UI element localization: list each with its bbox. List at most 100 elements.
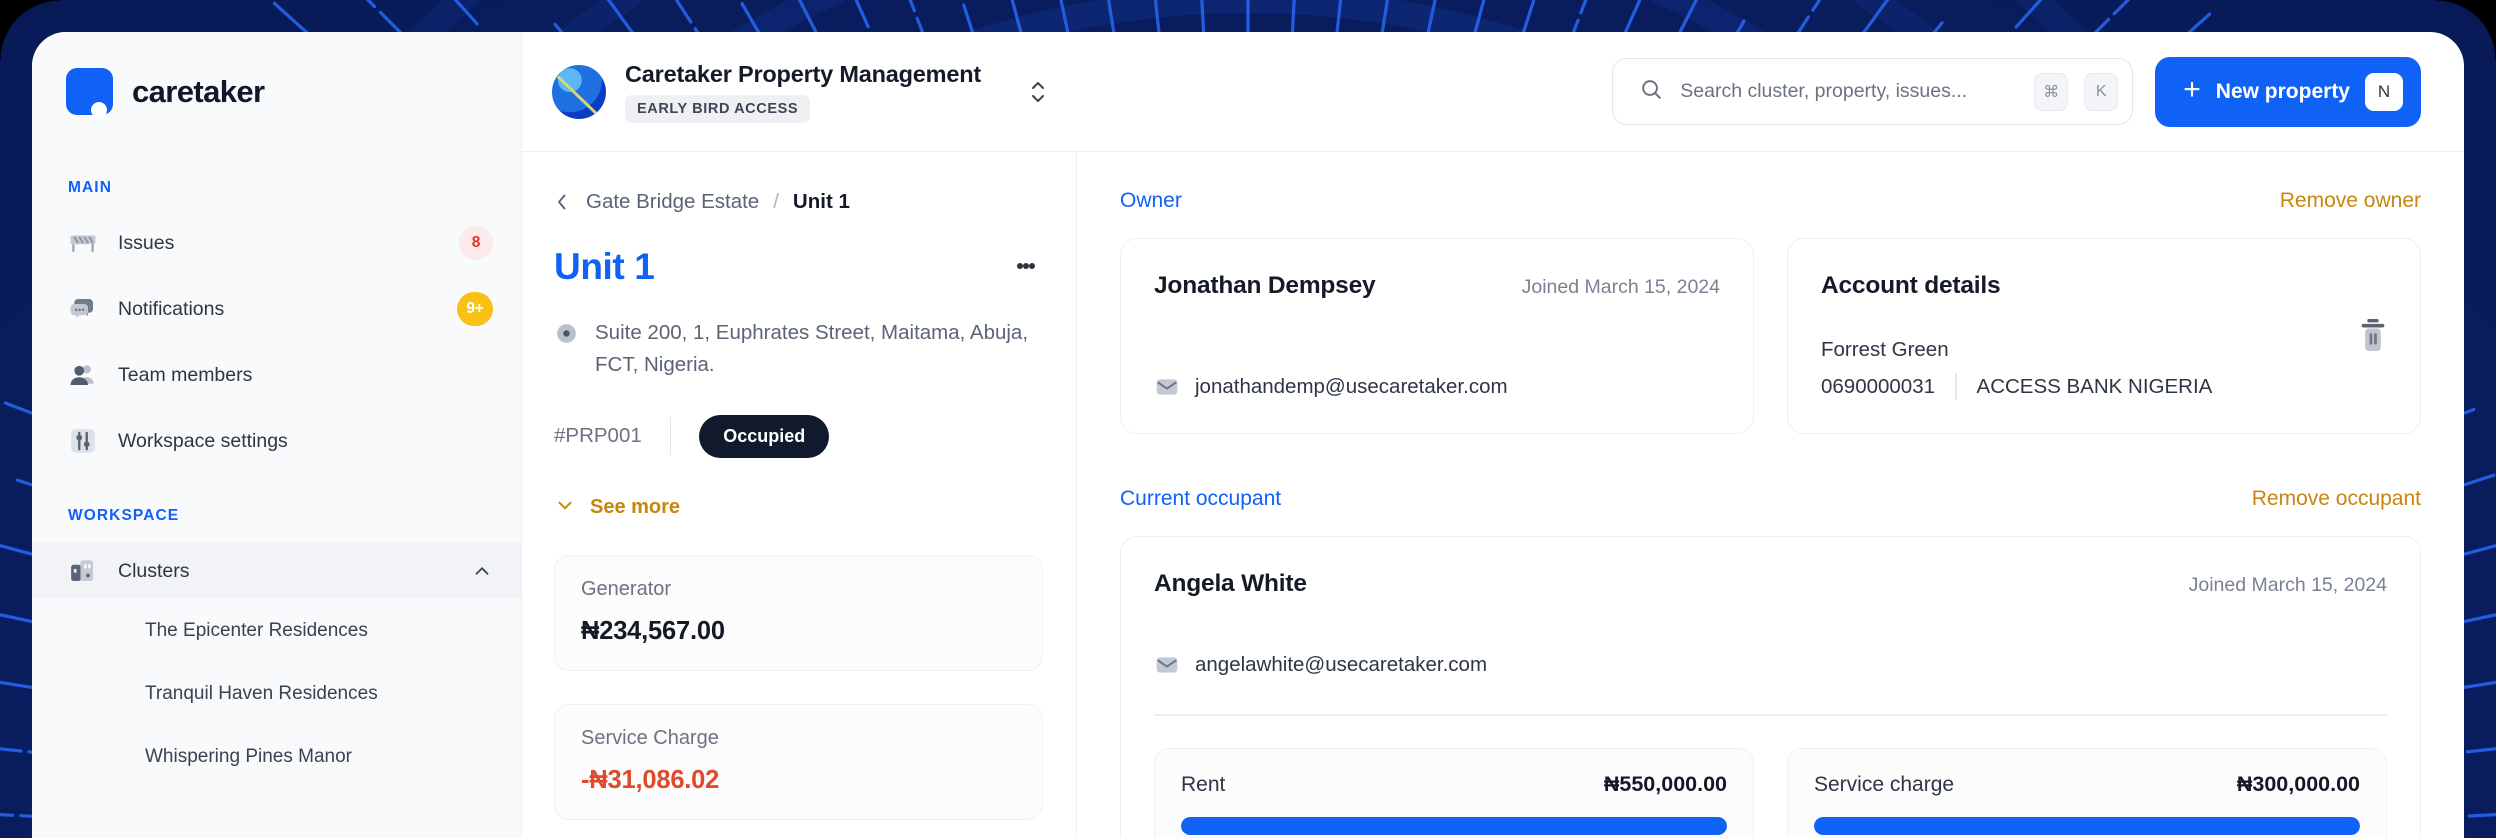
account-divider [1955, 373, 1957, 400]
account-line: 0690000031 ACCESS BANK NIGERIA [1821, 373, 2387, 400]
roadblock-icon [68, 228, 98, 258]
chat-bubble-icon [68, 294, 98, 324]
see-more-toggle[interactable]: See more [554, 494, 1043, 522]
content-area: Caretaker Property Management EARLY BIRD… [522, 32, 2464, 838]
account-number: 0690000031 [1821, 374, 1936, 398]
charge-card-rent: Rent ₦550,000.00 [1154, 747, 1754, 838]
sidebar-item-notifications[interactable]: Notifications 9+ [32, 281, 521, 337]
occupant-card-header: Angela White Joined March 15, 2024 [1154, 570, 2387, 598]
property-address: Suite 200, 1, Euphrates Street, Maitama,… [595, 321, 1029, 376]
location-pin-icon [554, 321, 579, 346]
panes: Gate Bridge Estate / Unit 1 Unit 1 Suite… [522, 152, 2464, 838]
new-property-button[interactable]: + New property N [2155, 56, 2421, 127]
mail-icon [1154, 374, 1180, 400]
sidebar-group-main: MAIN [68, 179, 113, 196]
see-more-label: See more [590, 496, 681, 519]
issues-badge: 8 [459, 226, 493, 260]
cluster-label: Tranquil Haven Residences [145, 682, 378, 704]
account-details-title: Account details [1821, 272, 2001, 299]
charge-header: Rent ₦550,000.00 [1181, 772, 1727, 797]
owner-email[interactable]: jonathandemp@usecaretaker.com [1195, 375, 1508, 399]
search-icon [1639, 77, 1664, 107]
cluster-label: Whispering Pines Manor [145, 745, 352, 767]
chevron-down-icon [554, 494, 576, 522]
property-meta: #PRP001 Occupied [554, 414, 1043, 458]
owner-email-row: jonathandemp@usecaretaker.com [1154, 374, 1720, 400]
occupant-section-header: Current occupant Remove occupant [1120, 487, 2421, 511]
breadcrumb-parent[interactable]: Gate Bridge Estate [586, 190, 759, 214]
remove-owner-button[interactable]: Remove owner [2280, 189, 2421, 213]
chevron-left-icon[interactable] [554, 189, 572, 215]
charge-progress-fill [1814, 816, 2360, 835]
status-badge: Occupied [699, 414, 830, 458]
search-input[interactable]: Search cluster, property, issues... ⌘ K [1612, 58, 2134, 125]
trash-icon[interactable] [2356, 317, 2390, 355]
workspace-name: Caretaker Property Management [625, 60, 981, 87]
owner-section-header: Owner Remove owner [1120, 189, 2421, 213]
chevron-up-icon[interactable] [471, 560, 493, 582]
sidebar-item-team-members[interactable]: Team members [32, 347, 521, 403]
breadcrumb-separator: / [773, 190, 779, 213]
plus-icon: + [2183, 73, 2201, 106]
workspace-switcher[interactable]: Caretaker Property Management EARLY BIRD… [552, 61, 1050, 123]
property-code: #PRP001 [554, 424, 642, 448]
occupant-name: Angela White [1154, 570, 1307, 597]
sidebar-cluster-tranquil-haven-residences[interactable]: Tranquil Haven Residences [32, 662, 521, 725]
charge-amount: ₦550,000.00 [1603, 771, 1727, 796]
account-card-header: Account details [1821, 272, 2387, 300]
charge-label: Service charge [1814, 772, 1955, 796]
remove-occupant-button[interactable]: Remove occupant [2252, 487, 2421, 511]
search-placeholder: Search cluster, property, issues... [1680, 80, 1968, 102]
owner-card-header: Jonathan Dempsey Joined March 15, 2024 [1154, 272, 1720, 300]
sidebar-item-label: Clusters [118, 559, 190, 582]
address-row: Suite 200, 1, Euphrates Street, Maitama,… [554, 317, 1043, 381]
occupant-section: Current occupant Remove occupant Angela … [1120, 487, 2421, 838]
sidebar-item-label: Issues [118, 231, 175, 254]
owner-joined-date: Joined March 15, 2024 [1521, 276, 1720, 298]
sidebar-group-workspace: WORKSPACE [68, 507, 180, 524]
brand-name: caretaker [132, 73, 265, 109]
sidebar: caretaker MAIN Issues 8 Notifications 9+… [32, 32, 522, 838]
charge-progress-track [1181, 816, 1727, 835]
sidebar-cluster-whispering-pines-manor[interactable]: Whispering Pines Manor [32, 725, 521, 788]
topbar-actions: Search cluster, property, issues... ⌘ K … [1612, 56, 2421, 127]
charge-card-service-charge: Service charge ₦300,000.00 [1787, 747, 2387, 838]
occupant-joined-date: Joined March 15, 2024 [2188, 574, 2387, 596]
stat-value: ₦234,567.00 [581, 616, 725, 645]
sliders-icon [68, 426, 98, 456]
more-vertical-icon[interactable] [1009, 246, 1043, 286]
breadcrumb: Gate Bridge Estate / Unit 1 [554, 189, 1043, 215]
charge-progress-fill [1181, 816, 1727, 835]
brand[interactable]: caretaker [32, 32, 521, 118]
occupant-card-body: Angela White Joined March 15, 2024 angel… [1154, 570, 2387, 838]
occupant-section-title: Current occupant [1120, 487, 1282, 510]
occupant-email[interactable]: angelawhite@usecaretaker.com [1195, 653, 1487, 677]
occupant-divider [1154, 714, 2387, 716]
sidebar-cluster-the-epicenter-residences[interactable]: The Epicenter Residences [32, 599, 521, 662]
meta-divider [669, 417, 672, 456]
sidebar-item-clusters[interactable]: Clusters [32, 543, 521, 599]
account-bank-name: ACCESS BANK NIGERIA [1976, 374, 2213, 398]
charge-progress-track [1814, 816, 2360, 835]
charge-header: Service charge ₦300,000.00 [1814, 772, 2360, 797]
sidebar-item-issues[interactable]: Issues 8 [32, 215, 521, 271]
charge-amount: ₦300,000.00 [2236, 771, 2360, 796]
account-details-card: Account details Forrest Green 0690000031… [1787, 238, 2421, 434]
charge-label: Rent [1181, 772, 1226, 796]
charges-row: Rent ₦550,000.00 Service charge ₦300,000… [1154, 747, 2387, 838]
occupant-cards: Angela White Joined March 15, 2024 angel… [1120, 536, 2421, 838]
stat-card-service-charge: Service Charge -₦31,086.02 [554, 703, 1043, 820]
stat-label: Generator [581, 577, 672, 600]
stat-value: -₦31,086.02 [581, 765, 720, 794]
chevron-up-down-icon[interactable] [1026, 72, 1050, 112]
unit-header: Unit 1 [554, 246, 1043, 288]
sidebar-item-label: Workspace settings [118, 429, 288, 452]
stat-card-generator: Generator ₦234,567.00 [554, 554, 1043, 671]
owner-card: Jonathan Dempsey Joined March 15, 2024 j… [1120, 238, 1754, 434]
workspace-plan-badge: EARLY BIRD ACCESS [625, 94, 811, 123]
page-title: Unit 1 [554, 246, 655, 287]
workspace-avatar [552, 64, 606, 119]
owner-cards: Jonathan Dempsey Joined March 15, 2024 j… [1120, 238, 2421, 434]
caretaker-logo-icon [66, 68, 113, 118]
sidebar-item-workspace-settings[interactable]: Workspace settings [32, 413, 521, 469]
